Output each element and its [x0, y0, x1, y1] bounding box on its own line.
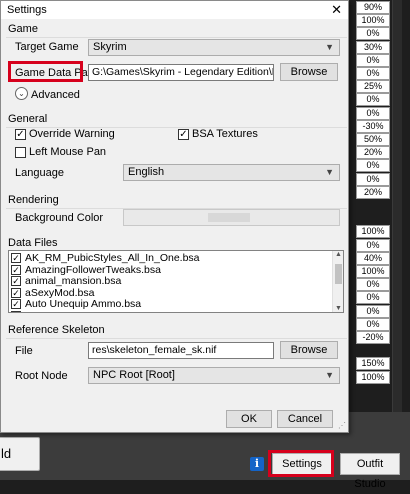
scroll-thumb[interactable] — [335, 264, 342, 284]
title-bar: Settings ✕ — [1, 1, 348, 19]
chevron-down-icon: ▼ — [325, 167, 334, 177]
file-name: AK_RM_PubicStyles_All_In_One.bsa — [25, 252, 200, 264]
game-data-path-input[interactable]: G:\Games\Skyrim - Legendary Edition\Data… — [88, 64, 274, 81]
settings-dialog: Settings ✕ Game Target Game Skyrim ▼ Gam… — [0, 0, 349, 433]
percentage-cell[interactable]: -30% — [356, 119, 390, 133]
override-warning-checkbox[interactable]: ✓ — [15, 129, 26, 140]
left-mouse-pan-checkbox[interactable] — [15, 147, 26, 158]
chevron-down-icon: ▼ — [325, 42, 334, 52]
percentage-column: 90% 100% 0% 30% 0% 0% 25% 0% 0% -30% 50% 20% 0% 0% 20%… — [356, 0, 390, 410]
percentage-cell[interactable]: 100% — [356, 225, 390, 239]
percentage-cell[interactable]: 0% — [356, 93, 390, 107]
percentage-cell[interactable]: 20% — [356, 146, 390, 160]
scroll-down-icon[interactable]: ▼ — [333, 305, 343, 312]
language-select[interactable]: English ▼ — [123, 164, 340, 181]
percentage-cell[interactable]: 50% — [356, 133, 390, 146]
ok-button[interactable]: OK — [226, 410, 272, 428]
data-files-list[interactable]: ✓ AK_RM_PubicStyles_All_In_One.bsa ✓ Amazin… — [8, 250, 344, 313]
game-group-title: Game — [8, 23, 38, 35]
list-item[interactable]: ✓ AK_RM_PubicStyles_All_In_One.bsa — [9, 252, 331, 264]
list-item[interactable]: ✓ aSexyMod.bsa — [9, 286, 331, 299]
percentage-cell[interactable]: 100% — [356, 370, 390, 384]
scroll-up-icon[interactable]: ▲ — [333, 251, 343, 258]
list-item[interactable]: ✓ animal_mansion.bsa — [9, 275, 331, 287]
percentage-cell[interactable]: 0% — [356, 317, 390, 331]
data-path-browse-button[interactable]: Browse — [280, 63, 338, 81]
game-data-path-label: Game Data Path — [15, 67, 97, 79]
target-game-select[interactable]: Skyrim ▼ — [88, 39, 340, 56]
percentage-cell[interactable]: 0% — [356, 159, 390, 173]
percentage-cell[interactable]: 150% — [356, 357, 390, 371]
percentage-cell[interactable]: 0% — [356, 106, 390, 120]
file-checkbox[interactable]: ✓ — [11, 287, 21, 298]
outfit-studio-button[interactable]: Outfit Studio — [340, 453, 400, 490]
percentage-cell[interactable]: 0% — [356, 53, 390, 67]
list-item[interactable]: ✓ Auto Unequip Ammo.bsa — [9, 298, 331, 310]
percentage-cell[interactable]: 0% — [356, 27, 390, 41]
target-game-value: Skyrim — [93, 41, 127, 53]
bsa-textures-checkbox[interactable]: ✓ — [178, 129, 189, 140]
percentage-cell[interactable]: 100% — [356, 14, 390, 28]
language-value: English — [128, 166, 165, 178]
reference-skeleton-group-title: Reference Skeleton — [8, 324, 105, 336]
file-checkbox[interactable]: ✓ — [11, 264, 21, 275]
bsa-textures-label: BSA Textures — [192, 128, 258, 140]
percentage-cell[interactable]: 0% — [356, 67, 390, 80]
list-item[interactable] — [9, 310, 331, 312]
chevron-down-icon: ▼ — [325, 370, 334, 380]
file-name: AmazingFollowerTweaks.bsa — [25, 263, 161, 276]
resize-grip-icon[interactable]: ⋰ — [338, 421, 346, 430]
percentage-cell[interactable]: 30% — [356, 40, 390, 54]
color-swatch — [208, 213, 250, 222]
background-scrollbar[interactable] — [392, 0, 402, 412]
skeleton-file-input[interactable]: res\skeleton_female_sk.nif — [88, 342, 274, 359]
settings-button[interactable]: Settings — [272, 453, 332, 475]
chevron-down-icon[interactable]: ⌄ — [15, 87, 28, 100]
dialog-title: Settings — [7, 4, 47, 16]
list-item[interactable]: ✓ AmazingFollowerTweaks.bsa — [9, 263, 331, 276]
percentage-cell[interactable]: 0% — [356, 304, 390, 318]
percentage-cell[interactable]: 90% — [356, 1, 390, 14]
language-label: Language — [15, 167, 64, 179]
percentage-cell[interactable]: 0% — [356, 238, 390, 252]
percentage-cell[interactable]: 40% — [356, 251, 390, 265]
target-game-label: Target Game — [15, 41, 79, 53]
file-label: File — [15, 345, 33, 357]
file-name: Auto Unequip Ammo.bsa — [25, 298, 142, 310]
info-icon[interactable]: i — [250, 457, 264, 471]
rendering-group-title: Rendering — [8, 194, 59, 206]
group-divider — [6, 338, 347, 339]
close-icon[interactable]: ✕ — [331, 2, 342, 18]
data-files-group-title: Data Files — [8, 237, 58, 249]
file-name: animal_mansion.bsa — [25, 275, 122, 287]
file-checkbox[interactable]: ✓ — [11, 253, 21, 263]
file-checkbox[interactable] — [11, 310, 21, 312]
percentage-cell[interactable]: 0% — [356, 291, 390, 305]
percentage-cell[interactable]: 0% — [356, 278, 390, 292]
general-group-title: General — [8, 113, 48, 125]
percentage-cell[interactable]: 25% — [356, 80, 390, 94]
background-color-label: Background Color — [15, 212, 104, 224]
percentage-cell[interactable]: -20% — [356, 331, 390, 344]
root-node-value: NPC Root [Root] — [93, 369, 175, 381]
percentage-cell[interactable]: 100% — [356, 265, 390, 278]
skeleton-browse-button[interactable]: Browse — [280, 341, 338, 359]
file-name: aSexyMod.bsa — [25, 286, 95, 299]
background-color-picker[interactable] — [123, 209, 340, 226]
root-node-label: Root Node — [15, 370, 68, 382]
file-checkbox[interactable]: ✓ — [11, 299, 21, 309]
root-node-select[interactable]: NPC Root [Root] ▼ — [88, 367, 340, 384]
cancel-button[interactable]: Cancel — [277, 410, 333, 428]
list-scrollbar[interactable]: ▲ ▼ — [332, 251, 343, 312]
percentage-cell[interactable]: 0% — [356, 172, 390, 186]
background-left-button[interactable]: ld — [0, 437, 40, 471]
left-mouse-pan-label: Left Mouse Pan — [29, 146, 107, 158]
percentage-cell[interactable]: 20% — [356, 185, 390, 199]
override-warning-label: Override Warning — [29, 128, 115, 140]
group-divider — [6, 37, 347, 38]
file-checkbox[interactable]: ✓ — [11, 276, 21, 286]
advanced-toggle[interactable]: Advanced — [31, 89, 80, 101]
